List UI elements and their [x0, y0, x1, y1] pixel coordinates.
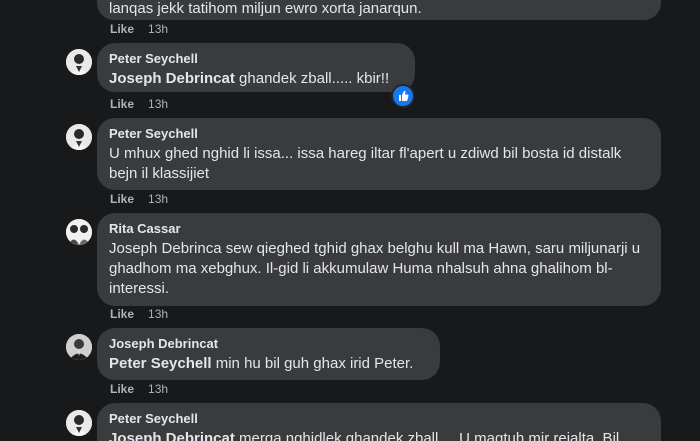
comment-bubble-1: Peter Seychell Joseph Debrincat ghandek …: [97, 43, 415, 92]
comment-text-5: merqa nghidlek ghandek zball.... U maqtu…: [234, 430, 620, 441]
comment-bubble-4: Joseph Debrincat Peter Seychell min hu b…: [97, 328, 440, 380]
comment-bubble-2: Peter Seychell U mhux ghed nghid li issa…: [97, 118, 661, 190]
commenter-name-4[interactable]: Joseph Debrincat: [109, 336, 428, 351]
comment-text-1: ghandek zball..... kbir!!: [234, 70, 390, 87]
comment-meta-2: Like 13h: [110, 192, 168, 206]
avatar-joseph-debrincat[interactable]: [66, 334, 92, 360]
timestamp-4[interactable]: 13h: [148, 382, 168, 396]
like-link-4[interactable]: Like: [110, 382, 134, 396]
like-link-1[interactable]: Like: [110, 97, 134, 111]
timestamp-0[interactable]: 13h: [148, 22, 168, 36]
commenter-name-2[interactable]: Peter Seychell: [109, 126, 649, 141]
commenter-name-1[interactable]: Peter Seychell: [109, 51, 403, 66]
comment-text-4: min hu bil guh ghax irid Peter.: [211, 355, 414, 372]
like-link-0[interactable]: Like: [110, 22, 134, 36]
comment-text-2: U mhux ghed nghid li issa... issa hareg …: [109, 145, 622, 182]
comment-bubble-0: lanqas jekk tatihom miljun ewro xorta ja…: [97, 0, 661, 20]
comment-meta-3: Like 13h: [110, 307, 168, 321]
commenter-name-5[interactable]: Peter Seychell: [109, 411, 649, 426]
mention-tag-5[interactable]: Joseph Debrincat: [109, 430, 235, 441]
like-reaction-icon[interactable]: [391, 84, 415, 108]
timestamp-3[interactable]: 13h: [148, 307, 168, 321]
avatar-peter-seychell-2[interactable]: [66, 124, 92, 150]
comment-meta-1: Like 13h: [110, 97, 168, 111]
avatar-peter-seychell-1[interactable]: [66, 49, 92, 75]
mention-tag-1[interactable]: Joseph Debrincat: [109, 70, 235, 87]
comment-meta-0: Like 13h: [110, 22, 168, 36]
timestamp-1[interactable]: 13h: [148, 97, 168, 111]
comment-text-3: Joseph Debrinca sew qieghed tghid ghax b…: [109, 240, 641, 297]
comment-bubble-3: Rita Cassar Joseph Debrinca sew qieghed …: [97, 213, 661, 306]
comment-text-0: lanqas jekk tatihom miljun ewro xorta ja…: [109, 0, 422, 17]
avatar-rita-cassar[interactable]: [66, 219, 92, 245]
timestamp-2[interactable]: 13h: [148, 192, 168, 206]
comment-meta-4: Like 13h: [110, 382, 168, 396]
avatar-peter-seychell-5[interactable]: [66, 410, 92, 436]
like-link-3[interactable]: Like: [110, 307, 134, 321]
comment-bubble-5: Peter Seychell Joseph Debrincat merqa ng…: [97, 403, 661, 441]
commenter-name-3[interactable]: Rita Cassar: [109, 221, 649, 236]
mention-tag-4[interactable]: Peter Seychell: [109, 355, 212, 372]
like-link-2[interactable]: Like: [110, 192, 134, 206]
